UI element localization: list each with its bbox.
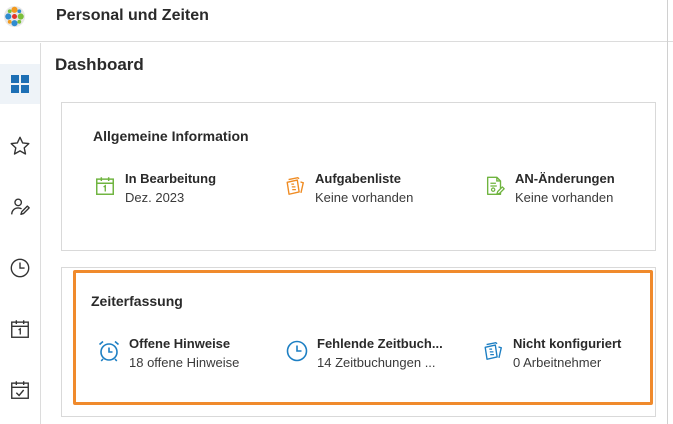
sidebar-item-calendar-check[interactable] — [0, 370, 40, 410]
calendar-icon — [92, 173, 118, 199]
item-label: Fehlende Zeitbuch... — [317, 336, 443, 351]
main-content: Dashboard Allgemeine Information In Bear… — [41, 43, 667, 424]
time-tracking-card: Zeiterfassung Offene Hinweise 18 offene … — [61, 267, 656, 417]
item-value: Keine vorhanden — [315, 190, 414, 205]
item-label: AN-Änderungen — [515, 171, 615, 186]
item-value: 0 Arbeitnehmer — [513, 355, 602, 370]
time-item-open-notes[interactable]: Offene Hinweise 18 offene Hinweise — [96, 335, 239, 373]
general-item-task-list[interactable]: Aufgabenliste Keine vorhanden — [282, 170, 413, 208]
task-list-icon — [282, 173, 308, 199]
general-item-employee-changes[interactable]: AN-Änderungen Keine vorhanden — [482, 170, 615, 208]
time-item-missing-bookings[interactable]: Fehlende Zeitbuch... 14 Zeitbuchungen ..… — [284, 335, 443, 373]
app-title: Personal und Zeiten — [56, 7, 209, 24]
page-title: Dashboard — [55, 55, 144, 74]
item-value: Keine vorhanden — [515, 190, 614, 205]
item-value: 18 offene Hinweise — [129, 355, 240, 370]
card-title: Zeiterfassung — [91, 293, 183, 309]
card-title: Allgemeine Information — [93, 128, 249, 144]
star-icon — [10, 136, 30, 155]
person-edit-icon — [11, 198, 30, 216]
task-list-icon — [480, 338, 506, 364]
general-info-card: Allgemeine Information In Bearbeitung De… — [61, 102, 656, 251]
calendar-icon — [11, 320, 29, 338]
clock-icon — [284, 338, 310, 364]
window-edge — [667, 0, 668, 424]
sidebar-item-time[interactable] — [0, 248, 40, 288]
item-value: 14 Zeitbuchungen ... — [317, 355, 436, 370]
sidebar-item-personal[interactable] — [0, 187, 40, 227]
app-logo-icon[interactable] — [3, 5, 26, 28]
item-label: Offene Hinweise — [129, 336, 231, 351]
time-item-not-configured[interactable]: Nicht konfiguriert 0 Arbeitnehmer — [480, 335, 621, 373]
sidebar-item-dashboard[interactable] — [0, 64, 40, 104]
dashboard-icon — [11, 75, 29, 93]
calendar-check-icon — [11, 381, 29, 399]
top-bar: Personal und Zeiten — [0, 0, 673, 42]
item-value: Dez. 2023 — [125, 190, 185, 205]
item-label: Aufgabenliste — [315, 171, 401, 186]
item-label: In Bearbeitung — [125, 171, 217, 186]
alarm-clock-icon — [96, 338, 122, 364]
sidebar-item-calendar[interactable] — [0, 309, 40, 349]
item-label: Nicht konfiguriert — [513, 336, 622, 351]
sidebar-item-favorites[interactable] — [0, 126, 40, 166]
general-item-in-progress[interactable]: In Bearbeitung Dez. 2023 — [92, 170, 216, 208]
sidebar — [0, 43, 41, 424]
clock-icon — [10, 258, 30, 278]
document-edit-icon — [482, 173, 508, 199]
